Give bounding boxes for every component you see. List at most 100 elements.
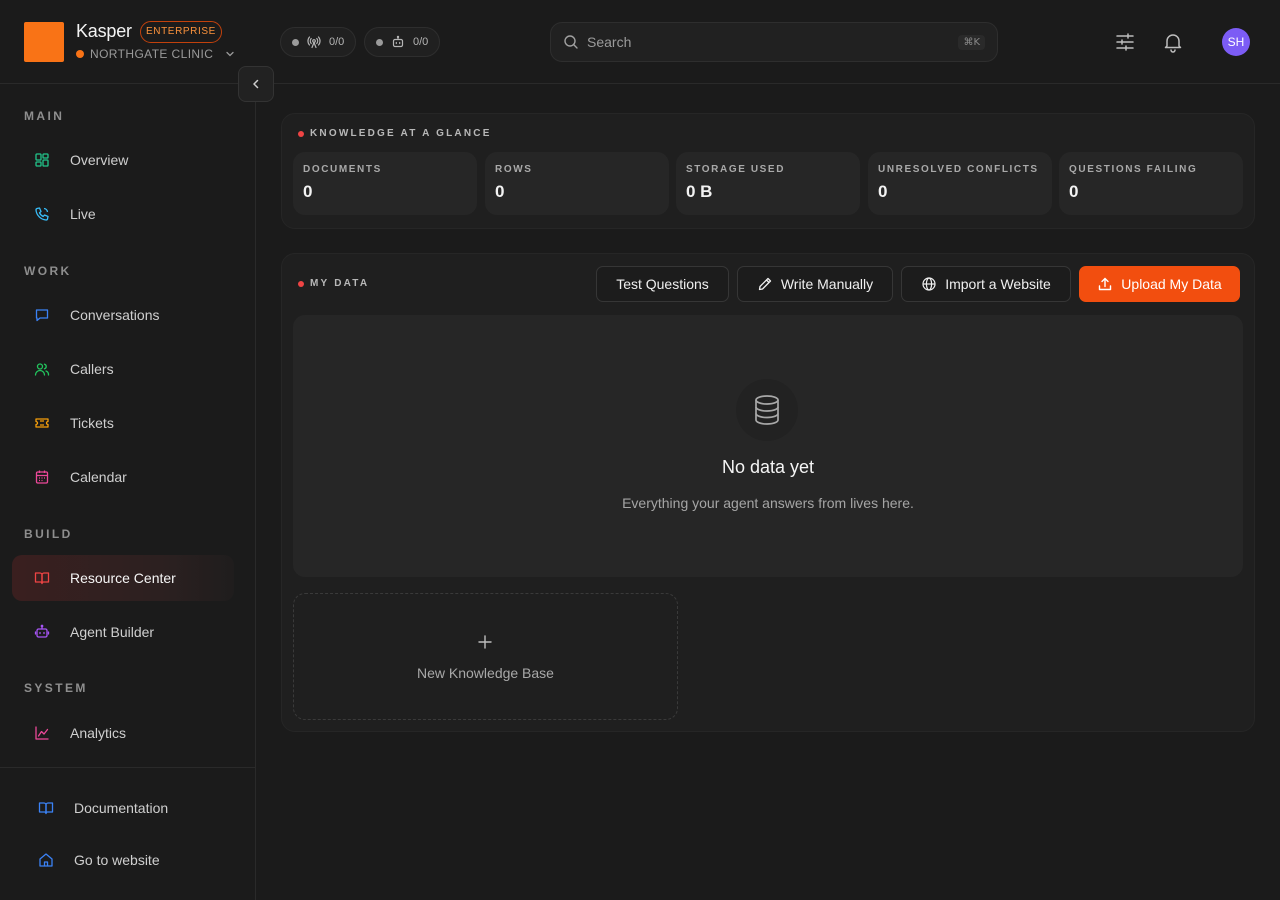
sidebar-item-tickets[interactable]: Tickets — [12, 400, 234, 446]
book-open-icon — [34, 572, 50, 585]
pencil-icon — [758, 277, 771, 291]
org-status-dot — [76, 50, 84, 58]
stat-value: 0 — [1069, 182, 1079, 201]
button-label: Upload My Data — [1121, 276, 1222, 292]
button-label: Write Manually — [780, 276, 874, 292]
plan-badge: ENTERPRISE — [140, 21, 222, 43]
sidebar-item-label: Go to website — [74, 852, 160, 868]
stat-value: 0 — [495, 182, 505, 201]
status-dot — [292, 38, 299, 46]
section-label-build: BUILD — [24, 527, 73, 541]
my-data-title: MY DATA — [298, 278, 369, 289]
write-manually-button[interactable]: Write Manually — [737, 266, 893, 302]
sidebar-item-label: Calendar — [70, 469, 127, 485]
chevron-down-icon — [226, 51, 234, 57]
home-icon — [39, 853, 53, 867]
empty-state-title: No data yet — [721, 457, 815, 477]
sidebar-item-documentation[interactable]: Documentation — [16, 785, 238, 831]
sidebar-item-analytics[interactable]: Analytics — [12, 710, 234, 756]
upload-data-button[interactable]: Upload My Data — [1079, 266, 1240, 302]
sidebar-item-calendar[interactable]: Calendar — [12, 454, 234, 500]
chevron-left-icon — [253, 79, 259, 89]
my-data-panel: MY DATA Test Questions Write Manually Im… — [281, 253, 1255, 732]
stat-value: 0 — [878, 182, 888, 201]
sliders-icon — [1116, 33, 1134, 51]
section-label-main: MAIN — [24, 109, 65, 123]
sidebar-item-label: Documentation — [74, 800, 169, 816]
upload-icon — [1099, 277, 1112, 291]
sidebar-item-label: Analytics — [70, 725, 127, 741]
my-data-title-text: MY DATA — [310, 278, 370, 289]
chart-line-icon — [35, 726, 49, 740]
knowledge-glance-panel: KNOWLEDGE AT A GLANCE DOCUMENTS 0 ROWS 0… — [281, 113, 1255, 229]
stat-label: QUESTIONS FAILING — [1069, 164, 1198, 175]
chat-icon — [35, 309, 49, 322]
notifications-button[interactable] — [1161, 30, 1185, 54]
sidebar-item-label: Agent Builder — [70, 624, 155, 640]
stat-value: 0 B — [686, 182, 713, 201]
plus-icon — [478, 635, 492, 649]
sidebar-item-live[interactable]: Live — [12, 191, 234, 237]
bot-icon — [392, 35, 404, 48]
sidebar-item-label: Conversations — [70, 307, 160, 323]
settings-sliders-button[interactable] — [1113, 30, 1137, 54]
agents-pill[interactable]: 0/0 — [364, 27, 441, 57]
stat-rows: ROWS 0 — [485, 152, 669, 215]
search-bar[interactable]: ⌘K — [550, 22, 998, 62]
glance-title-text: KNOWLEDGE AT A GLANCE — [310, 128, 492, 139]
user-avatar[interactable]: SH — [1222, 28, 1250, 56]
live-calls-pill[interactable]: 0/0 — [280, 27, 357, 57]
book-open-icon — [38, 802, 54, 815]
calendar-icon — [35, 470, 49, 484]
stat-value: 0 — [303, 182, 313, 201]
sidebar-item-label: Live — [70, 206, 96, 222]
org-switcher[interactable]: NORTHGATE CLINIC — [76, 47, 235, 61]
sidebar-item-label: Tickets — [70, 415, 114, 431]
status-dot — [298, 280, 304, 287]
status-dot — [376, 38, 383, 46]
glance-title: KNOWLEDGE AT A GLANCE — [298, 128, 492, 139]
sidebar-item-go-to-website[interactable]: Go to website — [16, 837, 238, 883]
empty-state: No data yet Everything your agent answer… — [293, 315, 1243, 577]
users-icon — [34, 363, 50, 376]
sidebar-item-conversations[interactable]: Conversations — [12, 292, 234, 338]
sidebar-divider — [0, 767, 255, 768]
section-label-work: WORK — [24, 264, 72, 278]
search-input[interactable] — [587, 34, 959, 50]
sidebar-item-resource-center[interactable]: Resource Center — [12, 555, 234, 601]
status-dot — [298, 130, 304, 137]
button-label: Test Questions — [616, 276, 709, 292]
phone-icon — [35, 207, 49, 221]
stat-label: STORAGE USED — [686, 164, 786, 175]
globe-icon — [922, 277, 936, 291]
sidebar-item-label: Resource Center — [70, 570, 176, 586]
sidebar: MAIN Overview Live WORK Conversations Ca… — [0, 84, 256, 900]
test-questions-button[interactable]: Test Questions — [596, 266, 729, 302]
sidebar-item-label: Overview — [70, 152, 129, 168]
antenna-icon — [307, 36, 321, 49]
stat-label: ROWS — [495, 164, 533, 175]
collapse-sidebar-button[interactable] — [238, 66, 274, 102]
brand-logo — [24, 22, 64, 62]
import-website-button[interactable]: Import a Website — [901, 266, 1071, 302]
top-bar: Kasper ENTERPRISE NORTHGATE CLINIC 0/0 0… — [0, 0, 1280, 84]
search-shortcut: ⌘K — [958, 34, 985, 50]
stat-documents: DOCUMENTS 0 — [293, 152, 477, 215]
ticket-icon — [35, 418, 49, 428]
agents-count: 0/0 — [413, 36, 429, 48]
empty-state-subtitle: Everything your agent answers from lives… — [622, 495, 914, 511]
empty-state-icon-wrap — [736, 379, 798, 441]
new-knowledge-base-card[interactable]: New Knowledge Base — [293, 593, 678, 720]
sidebar-item-callers[interactable]: Callers — [12, 346, 234, 392]
sidebar-item-agent-builder[interactable]: Agent Builder — [12, 609, 234, 655]
sidebar-item-overview[interactable]: Overview — [12, 137, 234, 183]
button-label: Import a Website — [945, 276, 1051, 292]
stat-label: DOCUMENTS — [303, 164, 382, 175]
bot-icon — [34, 624, 50, 638]
search-icon — [564, 35, 578, 49]
stat-storage-used: STORAGE USED 0 B — [676, 152, 860, 215]
live-calls-count: 0/0 — [329, 36, 345, 48]
section-label-system: SYSTEM — [24, 681, 88, 695]
new-knowledge-base-label: New Knowledge Base — [417, 665, 554, 681]
sidebar-item-label: Callers — [70, 361, 114, 377]
